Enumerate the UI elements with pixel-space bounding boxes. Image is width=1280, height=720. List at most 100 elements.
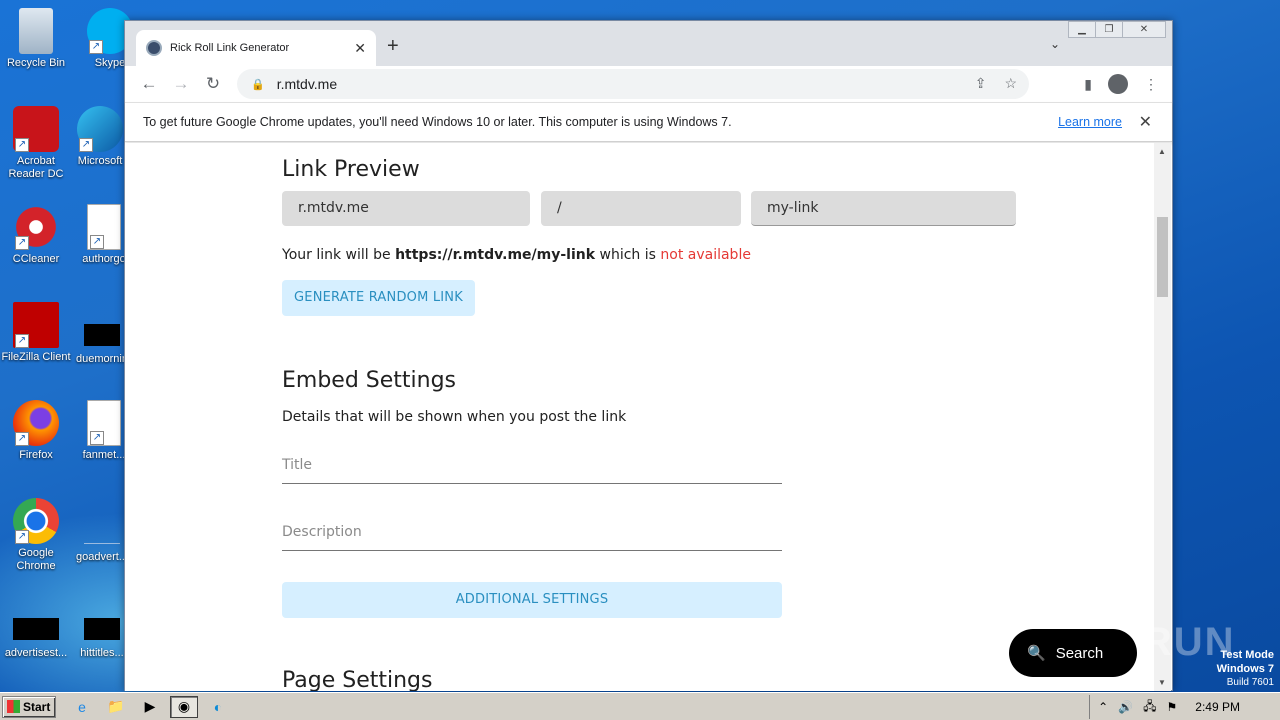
tab-close-icon[interactable]: ✕ <box>354 40 366 57</box>
desktop-icon-label: fanmet... <box>82 449 126 461</box>
link-preview-heading: Link Preview <box>282 157 420 182</box>
volume-icon[interactable]: 🔊 <box>1118 700 1133 714</box>
taskbar-ie-icon[interactable]: e <box>68 696 96 718</box>
learn-more-link[interactable]: Learn more <box>1058 115 1122 129</box>
search-pill-button[interactable]: 🔍 Search <box>1009 629 1137 677</box>
reload-icon[interactable]: ↻ <box>197 74 229 94</box>
bookmark-star-icon[interactable]: ☆ <box>1004 75 1017 92</box>
title-input[interactable]: Title <box>282 457 782 484</box>
restore-button[interactable]: ❐ <box>1095 21 1123 38</box>
start-button[interactable]: Start <box>2 695 56 718</box>
clock[interactable]: 2:49 PM <box>1195 700 1240 714</box>
profile-avatar-icon[interactable] <box>1108 74 1128 94</box>
recycle-bin-icon <box>19 8 53 54</box>
desktop-icon-label: Google Chrome <box>16 547 56 572</box>
new-tab-button[interactable]: + <box>387 35 399 58</box>
desktop-icon-label: duemornin <box>76 353 128 365</box>
desktop-icon-label: goadvert... <box>76 551 128 563</box>
desktop-icon-label: Recycle Bin <box>6 57 66 69</box>
start-label: Start <box>23 699 51 714</box>
address-url: r.mtdv.me <box>276 76 338 92</box>
desktop-icon-ccleaner[interactable]: ↗ CCleaner <box>0 204 74 266</box>
desktop-icon-label: Firefox <box>19 449 53 461</box>
tray-expand-icon[interactable]: ⌃ <box>1098 700 1108 714</box>
lock-icon[interactable]: 🔒 <box>251 78 265 91</box>
desktop-icon-label: FileZilla Client <box>1 351 71 363</box>
desktop-icon-label: authorgo <box>82 253 126 265</box>
scroll-up-icon[interactable]: ▲ <box>1158 147 1166 156</box>
action-center-icon[interactable]: ⚑ <box>1167 700 1178 714</box>
word-doc-icon: ↗ <box>87 204 121 250</box>
close-window-button[interactable]: ✕ <box>1122 21 1166 38</box>
blank-file-icon <box>13 618 59 640</box>
link-result-sentence: Your link will be https://r.mtdv.me/my-l… <box>282 247 751 263</box>
more-menu-icon[interactable]: ⋮ <box>1144 76 1158 93</box>
blank-file-icon <box>84 618 120 640</box>
windows-flag-icon <box>7 700 20 713</box>
window-controls: ▁ ❐ ✕ <box>1068 21 1166 38</box>
update-infobar: To get future Google Chrome updates, you… <box>125 102 1172 142</box>
desktop-icon-label: Acrobat Reader DC <box>8 155 64 180</box>
domain-field[interactable]: r.mtdv.me <box>282 191 530 226</box>
desktop-icon-advertisest[interactable]: advertisest... <box>0 606 74 660</box>
scrollbar-thumb[interactable] <box>1157 217 1168 297</box>
chrome-icon: ↗ <box>13 498 59 544</box>
forward-arrow-icon[interactable]: → <box>165 74 197 94</box>
infobar-message: To get future Google Chrome updates, you… <box>143 115 732 129</box>
tab-title: Rick Roll Link Generator <box>170 42 290 54</box>
system-tray: ⌃ 🔊 🖧 ⚑ 2:49 PM <box>1089 695 1280 719</box>
tab-search-chevron-icon[interactable]: ⌄ <box>1050 37 1060 51</box>
tab-strip: Rick Roll Link Generator ✕ + ⌄ ▁ ❐ ✕ <box>125 21 1172 66</box>
sentence-prefix: Your link will be <box>282 247 396 263</box>
search-icon: 🔍 <box>1027 645 1046 662</box>
page-settings-heading: Page Settings <box>282 668 433 691</box>
test-mode-label: Test Mode Windows 7 Build 7601 <box>1217 648 1274 690</box>
address-bar[interactable]: 🔒 r.mtdv.me ⇪ ☆ <box>237 69 1029 99</box>
taskbar-chrome-icon[interactable]: ◉ <box>170 695 198 718</box>
desktop-icon-label: hittitles... <box>80 647 124 659</box>
availability-status: not available <box>660 247 751 263</box>
additional-settings-button[interactable]: ADDITIONAL SETTINGS <box>282 582 782 618</box>
desktop-icon-label: Microsoft <box>77 155 123 167</box>
os-name-line: Windows 7 <box>1216 663 1274 675</box>
desktop-icon-firefox[interactable]: ↗ Firefox <box>0 400 74 462</box>
build-line: Build 7601 <box>1226 677 1274 688</box>
embed-settings-subtitle: Details that will be shown when you post… <box>282 409 627 425</box>
test-mode-line: Test Mode <box>1220 649 1274 661</box>
edge-icon: ↗ <box>77 106 123 152</box>
sentence-mid: which is <box>595 247 661 263</box>
desktop-icon-filezilla[interactable]: ↗ FileZilla Client <box>0 302 74 364</box>
tab-rick-roll[interactable]: Rick Roll Link Generator ✕ <box>136 30 376 66</box>
chrome-window: Rick Roll Link Generator ✕ + ⌄ ▁ ❐ ✕ ← →… <box>124 20 1173 691</box>
blank-file-icon <box>84 522 120 544</box>
taskbar-explorer-icon[interactable]: 📁 <box>102 696 130 718</box>
search-pill-label: Search <box>1055 644 1104 662</box>
firefox-icon: ↗ <box>13 400 59 446</box>
taskbar-media-player-icon[interactable]: ▶ <box>136 696 164 718</box>
description-input[interactable]: Description <box>282 524 782 551</box>
blank-file-icon <box>84 324 120 346</box>
desktop-icon-recycle-bin[interactable]: Recycle Bin <box>0 8 74 70</box>
acrobat-icon: ↗ <box>13 106 59 152</box>
separator-field: / <box>541 191 741 226</box>
ccleaner-icon: ↗ <box>13 204 59 250</box>
slug-input[interactable]: my-link <box>751 191 1016 226</box>
page-viewport: Link Preview r.mtdv.me / my-link Your li… <box>125 143 1155 691</box>
side-panel-icon[interactable]: ▮ <box>1084 76 1092 93</box>
page-scrollbar[interactable]: ▲ ▼ <box>1154 143 1171 691</box>
back-arrow-icon[interactable]: ← <box>133 74 165 94</box>
scroll-down-icon[interactable]: ▼ <box>1158 678 1166 687</box>
filezilla-icon: ↗ <box>13 302 59 348</box>
generate-random-link-button[interactable]: GENERATE RANDOM LINK <box>282 280 475 316</box>
infobar-close-icon[interactable]: ✕ <box>1139 112 1152 132</box>
word-doc-icon: ↗ <box>87 400 121 446</box>
embed-settings-heading: Embed Settings <box>282 368 457 393</box>
taskbar-edge-icon[interactable]: ◐ <box>204 696 232 718</box>
desktop-icon-label: Skype <box>94 57 126 69</box>
desktop-icon-chrome[interactable]: ↗ Google Chrome <box>0 498 74 573</box>
favicon-icon <box>146 40 162 56</box>
minimize-button[interactable]: ▁ <box>1068 21 1096 38</box>
full-url: https://r.mtdv.me/my-link <box>395 247 596 263</box>
network-icon[interactable]: 🖧 <box>1143 697 1156 718</box>
share-icon[interactable]: ⇪ <box>975 75 987 92</box>
